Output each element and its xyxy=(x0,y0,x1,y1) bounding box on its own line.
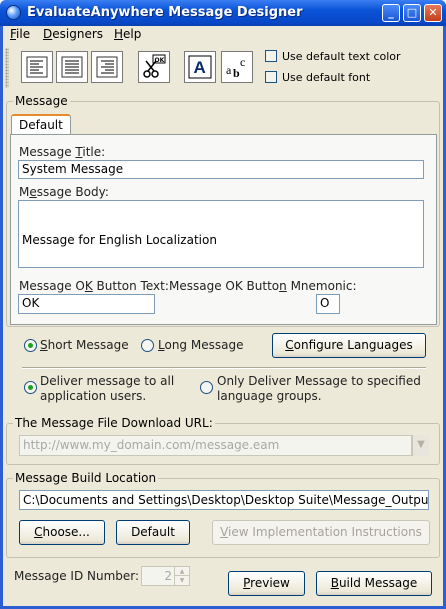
maximize-button[interactable]: □ xyxy=(403,4,421,22)
view-implementation-button[interactable]: View Implementation Instructions xyxy=(212,520,430,545)
ok-mnemonic-label: Message OK Button Mnemonic: xyxy=(169,279,357,293)
deliver-groups-line-2: language groups. xyxy=(217,389,322,403)
default-location-button[interactable]: Default xyxy=(116,520,190,545)
align-right-icon xyxy=(96,56,118,78)
message-group-label: Message xyxy=(13,94,70,108)
align-right-button[interactable] xyxy=(91,51,123,83)
default-font-option[interactable]: Use default font xyxy=(265,71,370,84)
deliver-all-radio[interactable] xyxy=(24,381,37,394)
window-client: File Designers Help OK A a b c Use defau… xyxy=(3,26,443,606)
default-tab-panel: Message Title: System Message Message Bo… xyxy=(10,134,437,325)
deliver-groups-radio[interactable] xyxy=(200,381,213,394)
message-title-input[interactable]: System Message xyxy=(18,160,424,179)
configure-languages-button[interactable]: Configure Languages xyxy=(272,333,426,358)
ok-mnemonic-input[interactable]: O xyxy=(316,294,340,314)
toolbar-grip[interactable] xyxy=(5,48,9,88)
deliver-groups-line-1: Only Deliver Message to specified xyxy=(217,374,421,388)
deliver-groups-label[interactable]: Only Deliver Message to specified langua… xyxy=(217,374,421,404)
align-center-icon xyxy=(61,56,83,78)
svg-text:OK: OK xyxy=(155,57,165,64)
deliver-all-line-1: Deliver message to all xyxy=(40,374,175,388)
message-group: Message Default Message Title: System Me… xyxy=(6,94,440,327)
build-location-group-label: Message Build Location xyxy=(13,471,159,485)
menu-file-rest: ile xyxy=(16,27,31,41)
tab-default-label: Default xyxy=(19,118,63,132)
message-title-label: Message Title: xyxy=(19,145,106,159)
close-button[interactable]: ✕ xyxy=(424,4,442,22)
message-id-label: Message ID Number: xyxy=(14,569,140,583)
build-location-group: Message Build Location C:\Documents and … xyxy=(6,471,440,558)
build-message-button[interactable]: Build Message xyxy=(316,571,432,596)
options-separator xyxy=(22,367,426,369)
text-style-icon: a b c xyxy=(226,55,245,80)
download-url-group-label: The Message File Download URL: xyxy=(13,416,215,430)
default-text-color-checkbox[interactable] xyxy=(265,50,277,62)
menu-designers[interactable]: Designers xyxy=(43,27,103,41)
svg-text:b: b xyxy=(233,66,240,80)
app-icon xyxy=(6,5,21,20)
menu-file[interactable]: File xyxy=(10,27,30,41)
deliver-all-line-2: application users. xyxy=(40,389,147,403)
long-message-radio[interactable] xyxy=(141,339,154,352)
deliver-all-label[interactable]: Deliver message to all application users… xyxy=(40,374,174,404)
tab-default[interactable]: Default xyxy=(11,114,71,136)
svg-text:A: A xyxy=(194,58,206,77)
short-message-radio[interactable] xyxy=(24,339,37,352)
edit-ok-button[interactable]: OK xyxy=(138,51,170,83)
align-left-icon xyxy=(26,56,48,78)
default-font-checkbox[interactable] xyxy=(265,71,277,83)
spin-down-icon[interactable]: ▼ xyxy=(175,576,189,585)
choose-button[interactable]: Choose... xyxy=(19,520,105,545)
spin-up-icon[interactable]: ▲ xyxy=(175,567,189,576)
toolbar: OK A a b c Use default text color Use de… xyxy=(3,45,443,93)
align-center-button[interactable] xyxy=(56,51,88,83)
text-color-button[interactable]: a b c xyxy=(221,51,253,83)
download-url-group: The Message File Download URL: http://ww… xyxy=(6,416,440,465)
scissors-ok-icon: OK xyxy=(143,54,166,78)
preview-button[interactable]: Preview xyxy=(228,571,305,596)
minimize-button[interactable]: _ xyxy=(382,4,400,22)
message-body-textarea[interactable]: Message for English Localization xyxy=(18,200,424,268)
default-text-color-label: Use default text color xyxy=(282,50,401,63)
default-font-label: Use default font xyxy=(282,71,371,84)
message-id-spinner[interactable]: ▲ ▼ xyxy=(174,566,190,586)
font-button[interactable]: A xyxy=(184,51,216,83)
message-body-label: Message Body: xyxy=(19,185,109,199)
ok-button-text-label: Message OK Button Text: xyxy=(19,279,169,293)
default-text-color-option[interactable]: Use default text color xyxy=(265,50,401,63)
svg-text:c: c xyxy=(240,55,245,69)
font-icon: A xyxy=(188,55,212,79)
menu-help[interactable]: Help xyxy=(114,27,141,41)
title-bar[interactable]: EvaluateAnywhere Message Designer _ □ ✕ xyxy=(0,0,446,26)
svg-text:a: a xyxy=(226,63,232,77)
short-message-label[interactable]: Short Message xyxy=(40,338,129,352)
align-left-button[interactable] xyxy=(21,51,53,83)
chevron-down-icon[interactable]: ▼ xyxy=(412,435,429,456)
long-message-label[interactable]: Long Message xyxy=(158,338,243,352)
build-path-input[interactable]: C:\Documents and Settings\Desktop\Deskto… xyxy=(19,490,429,510)
window-title: EvaluateAnywhere Message Designer xyxy=(27,5,303,20)
app-window: EvaluateAnywhere Message Designer _ □ ✕ … xyxy=(0,0,446,609)
download-url-combo[interactable]: http://www.my_domain.com/message.eam xyxy=(19,435,412,456)
menu-bar: File Designers Help xyxy=(3,26,443,44)
ok-button-text-input[interactable]: OK xyxy=(18,294,155,314)
message-id-input[interactable]: 2 xyxy=(141,566,176,586)
